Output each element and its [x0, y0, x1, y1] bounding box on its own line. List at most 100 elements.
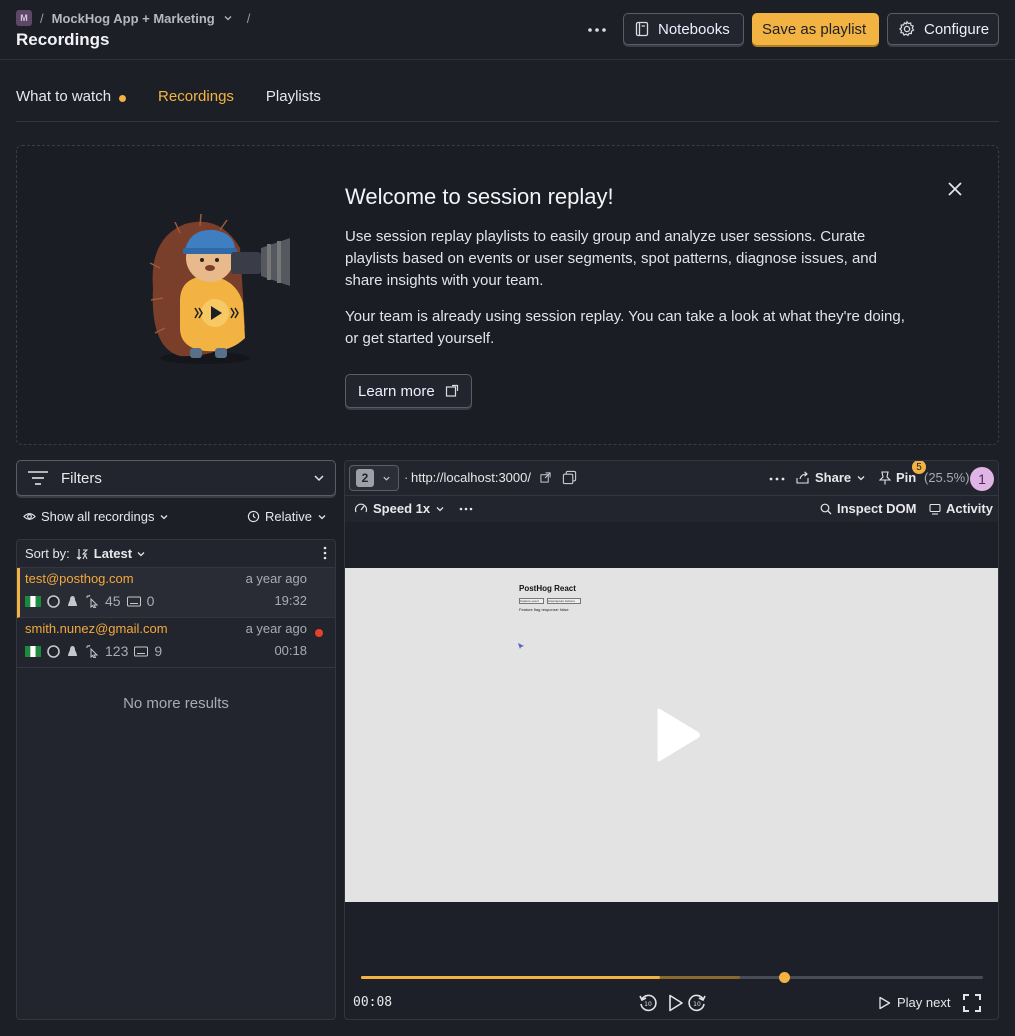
page-title: Recordings	[16, 30, 110, 49]
recording-time-ago: a year ago	[245, 571, 307, 586]
notebooks-button[interactable]: Notebooks	[623, 13, 744, 45]
tab-count-select[interactable]: 2	[349, 465, 399, 491]
sort-value: Latest	[93, 546, 133, 561]
external-link-icon[interactable]	[540, 472, 551, 483]
skip-back-seconds: 10	[644, 1001, 652, 1008]
activity-label: Activity	[946, 501, 993, 516]
recording-duration: 00:18	[274, 643, 307, 658]
keypress-count: 0	[146, 593, 155, 609]
recording-time-ago: a year ago	[245, 621, 307, 636]
breadcrumb: M / MockHog App + Marketing /	[16, 10, 250, 26]
tab-bar: What to watch Recordings Playlists	[16, 88, 999, 122]
save-as-playlist-button[interactable]: Save as playlist	[752, 13, 879, 45]
skip-back-icon[interactable]: 10	[638, 993, 658, 1013]
tab-recordings[interactable]: Recordings	[158, 88, 234, 122]
browser-icon	[47, 594, 60, 608]
chevron-down-icon	[159, 512, 169, 522]
tab-playlists[interactable]: Playlists	[266, 88, 321, 122]
eye-icon	[23, 510, 36, 523]
tab-count: 2	[356, 469, 374, 487]
player-controls: 00:08 10 10 Play next	[345, 991, 998, 1017]
replay-page-button: Capture event	[519, 598, 544, 604]
cursor-icon	[517, 642, 525, 650]
replay-page-title: PostHog React	[519, 584, 576, 593]
sort-select[interactable]: Latest	[76, 546, 146, 561]
viewer-avatar[interactable]: 1	[970, 467, 994, 491]
welcome-paragraph: Use session replay playlists to easily g…	[345, 228, 877, 289]
pin-icon	[879, 470, 891, 485]
speed-select[interactable]: Speed 1x	[354, 501, 445, 516]
configure-button[interactable]: Configure	[887, 13, 999, 45]
play-next-icon	[878, 996, 891, 1010]
chevron-down-icon	[435, 504, 445, 514]
time-mode-select[interactable]: Relative	[247, 509, 327, 524]
big-play-icon[interactable]	[649, 706, 705, 764]
fullscreen-icon[interactable]	[963, 994, 981, 1012]
copy-icon[interactable]	[562, 470, 577, 485]
recording-meta: 45 0	[25, 593, 154, 609]
chevron-down-icon	[382, 474, 391, 483]
breadcrumb-separator: /	[246, 10, 251, 26]
activity-button[interactable]: Activity	[929, 501, 993, 516]
play-icon[interactable]	[665, 993, 685, 1013]
share-button[interactable]: Share	[796, 470, 866, 485]
recording-email[interactable]: test@posthog.com	[25, 571, 134, 586]
filters-button[interactable]: Filters	[16, 460, 336, 496]
project-badge[interactable]: M	[16, 10, 32, 26]
welcome-paragraph: Your team is already using session repla…	[345, 308, 905, 347]
chevron-down-icon	[856, 473, 866, 483]
recording-options: Show all recordings Relative	[16, 507, 336, 527]
click-count: 123	[105, 643, 129, 659]
unwatched-dot	[315, 629, 323, 637]
seek-handle[interactable]	[778, 972, 790, 983]
activity-icon	[929, 503, 941, 515]
recordings-list: Sort by: Latest test@posthog.com a year …	[16, 539, 336, 1020]
more-icon[interactable]	[769, 477, 785, 481]
current-time: 00:08	[353, 995, 393, 1010]
chevron-down-icon	[317, 512, 327, 522]
filters-label: Filters	[61, 469, 102, 487]
share-icon	[796, 471, 810, 484]
chevron-down-icon	[313, 472, 325, 484]
close-icon[interactable]	[946, 180, 964, 198]
keypress-count: 9	[154, 643, 163, 659]
skip-forward-icon[interactable]: 10	[687, 993, 707, 1013]
browser-icon	[47, 644, 60, 658]
no-more-results: No more results	[123, 695, 229, 712]
welcome-banner: Welcome to session replay! Use session r…	[16, 145, 999, 445]
hedgehog-camera-illustration	[135, 208, 305, 368]
filter-icon	[27, 469, 49, 487]
recording-row[interactable]: smith.nunez@gmail.com a year ago 123 9 0…	[17, 618, 335, 668]
replay-player: 2 · http://localhost:3000/ Share Pin 5 (…	[344, 460, 999, 1020]
more-icon[interactable]	[459, 507, 473, 511]
kebab-menu-icon[interactable]	[323, 546, 327, 560]
breadcrumb-project[interactable]: MockHog App + Marketing	[52, 11, 215, 26]
play-next-button[interactable]: Play next	[878, 995, 950, 1010]
click-count: 45	[105, 593, 121, 609]
click-icon	[85, 644, 99, 658]
flag-icon	[25, 595, 41, 607]
recording-meta: 123 9	[25, 643, 162, 659]
click-icon	[85, 594, 99, 608]
replay-viewport[interactable]: PostHog React Capture event Autocapture …	[345, 568, 998, 902]
tab-what-to-watch[interactable]: What to watch	[16, 88, 127, 122]
replay-page-text: Feature flag response: false	[519, 607, 569, 612]
show-all-recordings-toggle[interactable]: Show all recordings	[23, 509, 169, 524]
notification-dot	[119, 95, 127, 102]
inspect-dom-button[interactable]: Inspect DOM	[820, 501, 916, 516]
learn-more-button[interactable]: Learn more	[345, 374, 472, 408]
keyboard-icon	[134, 646, 149, 657]
recording-email[interactable]: smith.nunez@gmail.com	[25, 621, 168, 636]
player-toolbar: Speed 1x Inspect DOM Activity	[345, 496, 998, 522]
current-url[interactable]: http://localhost:3000/	[411, 470, 531, 485]
pin-button[interactable]: Pin	[879, 470, 916, 485]
more-icon[interactable]	[587, 20, 607, 40]
clock-icon	[247, 510, 260, 523]
seek-bar[interactable]	[361, 972, 983, 983]
recording-row[interactable]: test@posthog.com a year ago 45 0 19:32	[17, 568, 335, 618]
recording-duration: 19:32	[274, 593, 307, 608]
flag-icon	[25, 645, 41, 657]
welcome-title: Welcome to session replay!	[345, 184, 614, 209]
chevron-down-icon[interactable]	[223, 13, 233, 23]
play-next-label: Play next	[897, 995, 951, 1010]
